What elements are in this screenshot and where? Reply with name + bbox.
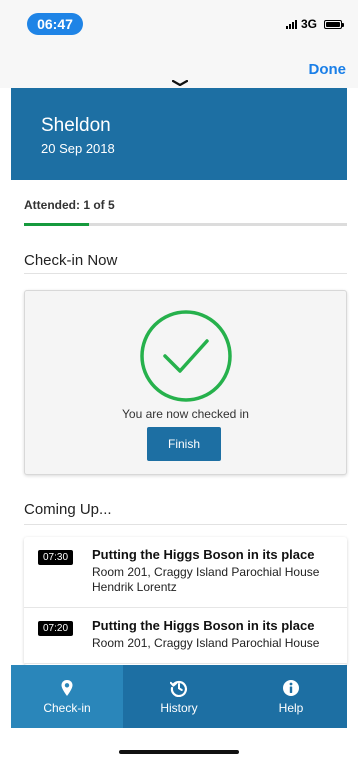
tab-check-in[interactable]: Check-in bbox=[11, 665, 123, 728]
bottom-tab-bar: Check-in History Help bbox=[11, 665, 347, 728]
history-icon bbox=[170, 680, 187, 697]
status-bar: 06:47 3G bbox=[0, 0, 358, 44]
event-date: 20 Sep 2018 bbox=[41, 141, 115, 156]
check-circle-icon bbox=[140, 310, 232, 402]
section-divider bbox=[24, 273, 347, 274]
session-room: Room 201, Craggy Island Parochial House bbox=[92, 565, 320, 579]
session-time-badge: 07:30 bbox=[38, 550, 74, 565]
coming-up-list[interactable]: 07:30 Putting the Higgs Boson in its pla… bbox=[24, 537, 347, 665]
session-title: Putting the Higgs Boson in its place bbox=[92, 618, 315, 633]
tab-label: Check-in bbox=[43, 700, 91, 715]
signal-icon bbox=[285, 19, 297, 29]
tab-history[interactable]: History bbox=[123, 665, 235, 728]
home-indicator[interactable] bbox=[119, 750, 239, 754]
chevron-down-icon[interactable] bbox=[172, 80, 188, 86]
session-item[interactable]: 07:30 Putting the Higgs Boson in its pla… bbox=[24, 537, 347, 608]
attendee-name: Sheldon bbox=[41, 115, 111, 136]
session-time-badge: 07:20 bbox=[38, 621, 74, 636]
checkin-section-title: Check-in Now bbox=[24, 252, 118, 269]
attendance-progress-fill bbox=[24, 223, 89, 226]
tab-label: Help bbox=[278, 700, 304, 715]
session-speaker: Hendrik Lorentz bbox=[92, 580, 177, 594]
finish-button[interactable]: Finish bbox=[147, 427, 221, 461]
status-time: 06:47 bbox=[27, 13, 83, 35]
status-indicators: 3G bbox=[285, 17, 344, 31]
session-room: Room 201, Craggy Island Parochial House bbox=[92, 636, 320, 650]
event-header: Sheldon 20 Sep 2018 bbox=[11, 88, 347, 180]
session-item[interactable]: 07:20 Putting the Higgs Boson in its pla… bbox=[24, 608, 347, 664]
checkin-card: You are now checked in Finish bbox=[24, 290, 347, 475]
tab-help[interactable]: Help bbox=[235, 665, 347, 728]
section-divider bbox=[24, 524, 347, 525]
battery-icon bbox=[324, 19, 344, 29]
attended-count: Attended: 1 of 5 bbox=[24, 198, 115, 212]
info-icon bbox=[283, 679, 299, 696]
tab-label: History bbox=[160, 700, 198, 715]
coming-up-section-title: Coming Up... bbox=[24, 501, 112, 518]
network-type: 3G bbox=[300, 17, 317, 31]
attendance-progress bbox=[24, 223, 347, 226]
bottom-safe-area bbox=[0, 728, 358, 763]
done-button[interactable]: Done bbox=[309, 61, 347, 78]
checked-in-message: You are now checked in bbox=[122, 407, 249, 421]
map-pin-icon bbox=[61, 679, 73, 696]
sheet-top-bar: Done bbox=[0, 44, 358, 88]
session-title: Putting the Higgs Boson in its place bbox=[92, 547, 315, 562]
